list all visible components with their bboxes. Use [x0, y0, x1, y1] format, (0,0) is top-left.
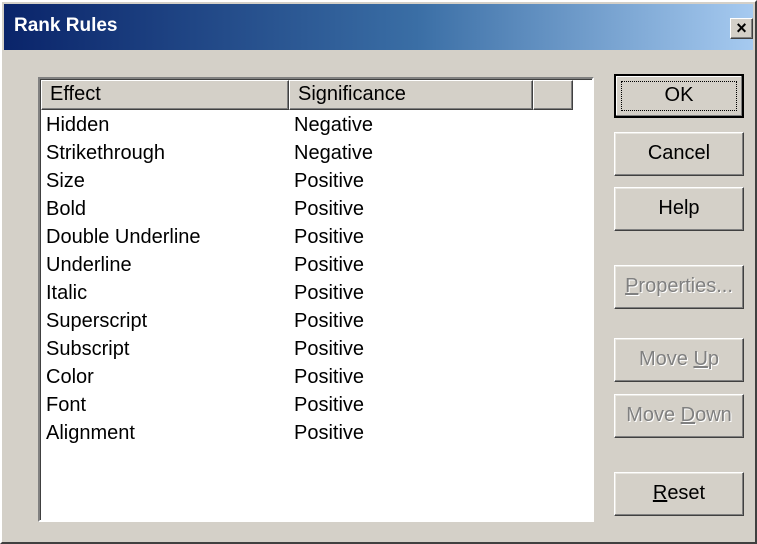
move-up-rest: p	[707, 348, 720, 370]
significance-cell: Positive	[294, 170, 365, 192]
effect-cell: Superscript	[46, 310, 148, 332]
title-bar[interactable]: Rank Rules ×	[4, 4, 753, 50]
list-item[interactable]: Font Positive	[46, 392, 566, 420]
list-item[interactable]: Hidden Negative	[46, 112, 566, 140]
move-up-pre: Move	[638, 348, 694, 370]
cancel-label: Cancel	[647, 142, 711, 164]
list-item[interactable]: Underline Positive	[46, 252, 566, 280]
significance-cell: Negative	[294, 142, 373, 164]
properties-button[interactable]: Properties...	[614, 265, 744, 309]
significance-cell: Positive	[294, 366, 365, 388]
rank-rules-list[interactable]: Effect Significance Hidden Negative Strike…	[38, 77, 594, 522]
cancel-button[interactable]: Cancel	[614, 132, 744, 176]
dialog-title: Rank Rules	[14, 15, 118, 36]
move-down-button[interactable]: Move Down	[614, 394, 744, 438]
move-up-button[interactable]: Move Up	[614, 338, 744, 382]
effect-cell: Double Underline	[46, 226, 201, 248]
effect-cell: Italic	[46, 282, 88, 304]
effect-cell: Underline	[46, 254, 132, 276]
help-button[interactable]: Help	[614, 187, 744, 231]
reset-label: eset	[667, 482, 706, 504]
ok-button[interactable]: OK	[614, 74, 744, 118]
list-item[interactable]: Italic Positive	[46, 280, 566, 308]
column-header-effect[interactable]: Effect	[41, 80, 289, 110]
list-item[interactable]: Superscript Positive	[46, 308, 566, 336]
significance-cell: Positive	[294, 338, 365, 360]
move-down-accel: D	[680, 404, 696, 426]
properties-label: roperties...	[638, 275, 733, 297]
rank-rules-dialog: Rank Rules × Effect Significance Hidden N…	[0, 0, 757, 544]
list-header: Effect Significance	[41, 80, 591, 110]
significance-cell: Positive	[294, 254, 365, 276]
list-item[interactable]: Double Underline Positive	[46, 224, 566, 252]
list-item[interactable]: Size Positive	[46, 168, 566, 196]
list-rows: Hidden Negative Strikethrough Negative Size P…	[46, 112, 566, 448]
list-item[interactable]: Alignment Positive	[46, 420, 566, 448]
close-icon: ×	[736, 18, 747, 38]
significance-cell: Positive	[294, 282, 365, 304]
effect-cell: Hidden	[46, 114, 110, 136]
effect-cell: Alignment	[46, 422, 135, 444]
effect-cell: Font	[46, 394, 87, 416]
list-item[interactable]: Color Positive	[46, 364, 566, 392]
close-button[interactable]: ×	[730, 18, 753, 39]
significance-cell: Negative	[294, 114, 373, 136]
significance-cell: Positive	[294, 310, 365, 332]
effect-cell: Color	[46, 366, 94, 388]
reset-accel: R	[652, 482, 668, 504]
properties-accel: P	[625, 275, 639, 297]
significance-cell: Positive	[294, 422, 365, 444]
list-item[interactable]: Subscript Positive	[46, 336, 566, 364]
focus-rect	[621, 81, 737, 111]
move-down-rest: own	[695, 404, 732, 426]
help-label: Help	[658, 197, 700, 219]
reset-button[interactable]: Reset	[614, 472, 744, 516]
column-header-filler	[533, 80, 573, 110]
effect-cell: Bold	[46, 198, 87, 220]
significance-cell: Positive	[294, 226, 365, 248]
significance-cell: Positive	[294, 394, 365, 416]
effect-cell: Strikethrough	[46, 142, 165, 164]
effect-cell: Subscript	[46, 338, 130, 360]
move-up-accel: U	[693, 348, 708, 370]
column-header-significance[interactable]: Significance	[289, 80, 533, 110]
list-item[interactable]: Bold Positive	[46, 196, 566, 224]
move-down-pre: Move	[626, 404, 681, 426]
significance-cell: Positive	[294, 198, 365, 220]
effect-cell: Size	[46, 170, 85, 192]
list-item[interactable]: Strikethrough Negative	[46, 140, 566, 168]
